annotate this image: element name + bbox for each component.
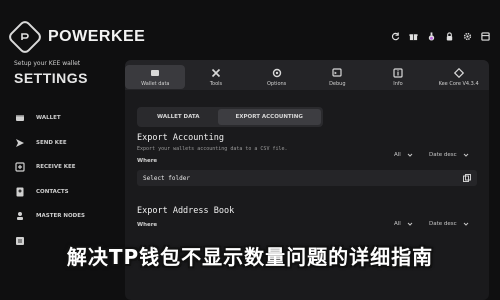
filter-value: All: [394, 152, 401, 158]
sort-select[interactable]: Date desc: [429, 221, 469, 227]
tab-kee-core[interactable]: Kee Core V4.3.4: [429, 65, 489, 89]
wallet-icon: [14, 112, 26, 124]
chevron-down-icon: [407, 153, 413, 157]
sidebar-item-label: WALLET: [36, 115, 61, 122]
sort-value: Date desc: [429, 152, 457, 158]
chevron-down-icon: [463, 153, 469, 157]
section-title: Export Address Book: [137, 206, 235, 216]
sidebar-item-receive-kee[interactable]: RECEIVE KEE: [14, 155, 85, 180]
sidebar-item-master-nodes[interactable]: MASTER NODES: [14, 204, 85, 229]
export-address-book-section: Export Address Book Where All Date desc: [137, 206, 477, 228]
sort-select[interactable]: Date desc: [429, 152, 469, 158]
debug-icon: [332, 67, 342, 78]
sidebar-item-contacts[interactable]: CONTACTS: [14, 180, 85, 205]
tab-label: Kee Core V4.3.4: [438, 80, 479, 87]
tab-debug[interactable]: Debug: [307, 65, 367, 89]
subtab-bar: WALLET DATA EXPORT ACCOUNTING: [137, 107, 323, 127]
tab-info[interactable]: Info: [368, 65, 428, 89]
sidebar-item-wallet[interactable]: WALLET: [14, 106, 85, 131]
chevron-down-icon: [463, 222, 469, 226]
brand-logo[interactable]: POWERKEE: [6, 18, 146, 56]
subtab-wallet-data[interactable]: WALLET DATA: [139, 109, 218, 125]
sidebar-item-send-kee[interactable]: SEND KEE: [14, 131, 85, 156]
export-accounting-section: Export Accounting Export your wallets ac…: [137, 133, 477, 186]
brand-name: POWERKEE: [48, 28, 146, 45]
lock-icon[interactable]: [444, 31, 454, 41]
where-label: Where: [137, 158, 158, 164]
where-label: Where: [137, 222, 158, 228]
filter-select[interactable]: All: [394, 152, 413, 158]
subtab-export-accounting[interactable]: EXPORT ACCOUNTING: [217, 109, 321, 125]
tab-label: Wallet data: [141, 80, 170, 87]
sidebar-nav: WALLET SEND KEE RECEIVE KEE CONTACTS MAS…: [14, 106, 85, 253]
chevron-down-icon: [407, 222, 413, 226]
tab-label: Options: [266, 80, 287, 87]
settings-icon[interactable]: [462, 31, 472, 41]
tab-tools[interactable]: Tools: [186, 65, 246, 89]
server-icon: [14, 210, 26, 222]
logo-icon: [6, 18, 44, 56]
box-icon[interactable]: [480, 31, 490, 41]
refresh-icon[interactable]: [390, 31, 400, 41]
filter-select[interactable]: All: [394, 221, 413, 227]
sort-value: Date desc: [429, 221, 457, 227]
sidebar-item-label: SEND KEE: [36, 139, 67, 146]
overlay-caption: 解决TP钱包不显示数量问题的详细指南: [66, 244, 434, 269]
tools-icon: [211, 68, 221, 78]
tab-wallet-data[interactable]: Wallet data: [125, 65, 186, 89]
contacts-icon: [14, 186, 26, 198]
send-icon: [14, 137, 26, 149]
kee-core-icon: [453, 67, 464, 78]
gift-icon[interactable]: [408, 31, 418, 41]
section-title: Export Accounting: [137, 133, 224, 143]
tab-label: Debug: [329, 80, 346, 87]
select-folder-label: Select folder: [143, 174, 190, 182]
copy-icon[interactable]: [463, 174, 471, 182]
options-icon: [272, 68, 282, 78]
section-description: Export your wallets accounting data to a…: [137, 146, 288, 152]
tab-bar: Wallet data Tools Options Debug Info Kee…: [125, 60, 489, 90]
info-icon: [393, 67, 403, 78]
top-toolbar: [390, 31, 490, 41]
potion-icon[interactable]: [426, 31, 436, 41]
tab-label: Info: [393, 80, 403, 87]
receive-icon: [14, 161, 26, 173]
filter-value: All: [394, 221, 401, 227]
setup-subtitle: Setup your KEE wallet: [14, 60, 81, 67]
sidebar-item-label: RECEIVE KEE: [36, 164, 76, 171]
page-title: SETTINGS: [14, 70, 89, 86]
select-folder-field[interactable]: Select folder: [137, 170, 477, 186]
sidebar-item-label: CONTACTS: [36, 188, 69, 195]
wallet-data-icon: [150, 68, 160, 78]
sidebar-item-label: MASTER NODES: [36, 213, 85, 220]
tab-label: Tools: [209, 80, 223, 87]
tab-options[interactable]: Options: [247, 65, 307, 89]
